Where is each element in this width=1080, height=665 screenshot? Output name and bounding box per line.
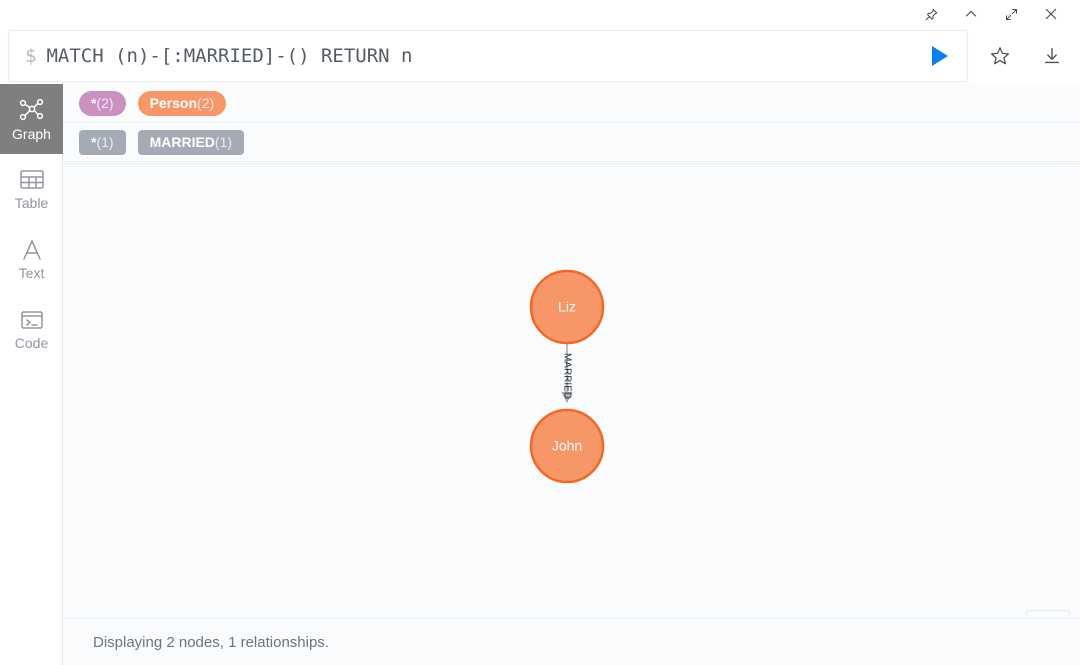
status-text: Displaying 2 nodes, 1 relationships. (93, 633, 329, 651)
view-sidebar: Graph Table Text Code (0, 84, 63, 665)
close-icon[interactable] (1036, 0, 1066, 28)
legend-row-nodes: * (2) Person (2) (63, 84, 1080, 123)
neo4j-browser-result-frame: $ MATCH (n)-[:MARRIED]-() RETURN n Graph… (0, 0, 1080, 665)
legend-chip-any-node[interactable]: * (2) (79, 90, 126, 116)
node-circle[interactable] (529, 269, 605, 345)
legend-chip-married-count: (1) (214, 134, 233, 150)
frame-titlebar (0, 0, 1080, 28)
legend-chip-married[interactable]: MARRIED (1) (137, 129, 245, 155)
sidebar-item-code[interactable]: Code (0, 294, 63, 364)
graph-canvas-inner[interactable]: MARRIED Liz John (63, 163, 1080, 665)
favorite-star-icon[interactable] (974, 30, 1026, 82)
sidebar-item-table[interactable]: Table (0, 154, 63, 224)
query-editor-row: $ MATCH (n)-[:MARRIED]-() RETURN n (0, 28, 1080, 84)
sidebar-item-table-label: Table (14, 194, 49, 211)
table-icon (18, 168, 46, 192)
sidebar-item-graph[interactable]: Graph (0, 84, 63, 154)
expand-icon[interactable] (996, 0, 1026, 28)
text-icon (18, 238, 46, 262)
status-bar: Displaying 2 nodes, 1 relationships. (63, 618, 1080, 665)
legend-chip-person-count: (2) (197, 95, 215, 111)
legend-chip-person[interactable]: Person (2) (137, 90, 227, 116)
result-frame-body: Graph Table Text Code * (2) Person (2) *… (0, 84, 1080, 665)
query-input-box[interactable]: $ MATCH (n)-[:MARRIED]-() RETURN n (8, 30, 968, 82)
relationship-married[interactable]: MARRIED (561, 343, 573, 404)
prompt-symbol: $ (25, 45, 37, 67)
node-john[interactable]: John (529, 408, 605, 484)
graph-canvas[interactable]: MARRIED Liz John (63, 163, 1080, 665)
sidebar-item-code-label: Code (14, 334, 49, 351)
graph-icon (18, 97, 46, 123)
legend-chip-any-rel-count: (1) (96, 134, 114, 150)
editor-actions (974, 30, 1078, 82)
legend-row-relationships: * (1) MARRIED (1) (63, 123, 1080, 162)
status-bar-sidebar-filler (0, 618, 63, 665)
sidebar-item-text[interactable]: Text (0, 224, 63, 294)
legend-chip-any-rel[interactable]: * (1) (79, 129, 126, 155)
sidebar-item-text-label: Text (18, 264, 45, 281)
code-icon (18, 308, 46, 332)
node-circle[interactable] (529, 408, 605, 484)
legend-chip-married-name: MARRIED (149, 134, 215, 150)
download-icon[interactable] (1026, 30, 1078, 82)
legend-chip-person-name: Person (149, 95, 198, 111)
graph-visualization[interactable]: MARRIED Liz John (63, 164, 1080, 665)
query-input[interactable]: MATCH (n)-[:MARRIED]-() RETURN n (46, 45, 911, 67)
legend: * (2) Person (2) * (1) MARRIED (1) (63, 84, 1080, 162)
legend-chip-any-node-count: (2) (96, 95, 114, 111)
node-liz[interactable]: Liz (529, 269, 605, 345)
collapse-icon[interactable] (956, 0, 986, 28)
run-query-button[interactable] (911, 31, 967, 81)
pin-icon[interactable] (916, 0, 946, 28)
sidebar-item-graph-label: Graph (12, 125, 51, 142)
